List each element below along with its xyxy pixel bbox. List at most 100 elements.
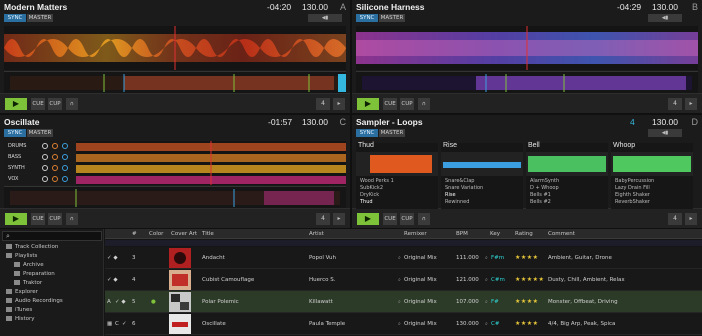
deck-c-cue-button[interactable]: CUE bbox=[31, 213, 45, 225]
column-header-comment[interactable]: Comment bbox=[548, 231, 575, 237]
deck-a-overview[interactable] bbox=[4, 71, 346, 93]
stem-filter-icon[interactable] bbox=[52, 154, 58, 160]
deck-a-cue-button[interactable]: CUE bbox=[31, 98, 45, 110]
stem-fx-icon[interactable] bbox=[62, 176, 68, 182]
stem-row-vox[interactable]: VOX bbox=[4, 174, 74, 184]
deck-a-waveform[interactable] bbox=[4, 26, 346, 70]
deck-b-letter[interactable]: B bbox=[692, 2, 698, 12]
sample-item[interactable]: DryKick bbox=[360, 192, 379, 198]
column-header-num[interactable]: # bbox=[132, 231, 137, 237]
deck-c-loop-button[interactable]: ∩ bbox=[66, 213, 78, 225]
stem-fx-icon[interactable] bbox=[62, 165, 68, 171]
cell-rating[interactable]: ★★★★ bbox=[515, 298, 539, 305]
deck-b-master-button[interactable]: MASTER bbox=[379, 14, 405, 22]
deck-b-volume-button[interactable]: ◀▮ bbox=[648, 14, 682, 22]
deck-a-master-button[interactable]: MASTER bbox=[27, 14, 53, 22]
stem-filter-icon[interactable] bbox=[52, 176, 58, 182]
table-row[interactable]: C ▦ ✓ 6 Oscillate Paula Temple ⌕ Origina… bbox=[105, 313, 702, 335]
sampler-slot-1[interactable]: Thud Wood Perks 1 SubKick2 DryKick Thud bbox=[356, 142, 438, 209]
stem-fx-icon[interactable] bbox=[62, 154, 68, 160]
tree-item-traktor[interactable]: Traktor bbox=[14, 280, 42, 286]
deck-b-loop-button[interactable]: ∩ bbox=[418, 98, 430, 110]
column-header-rating[interactable]: Rating bbox=[515, 231, 533, 237]
deck-d-loop-button[interactable]: ∩ bbox=[418, 213, 430, 225]
deck-a-loop-button[interactable]: ∩ bbox=[66, 98, 78, 110]
deck-c-sync-button[interactable]: SYNC bbox=[4, 129, 26, 137]
deck-d-cue-button[interactable]: CUE bbox=[383, 213, 397, 225]
deck-b-overview[interactable] bbox=[356, 71, 698, 93]
stem-filter-icon[interactable] bbox=[52, 143, 58, 149]
cell-rating[interactable]: ★★★★ bbox=[515, 320, 539, 327]
table-row[interactable]: ✓ ◆ 4 Cubist Camouflage Huerco S. ⌕ Orig… bbox=[105, 269, 702, 291]
deck-d-play-button[interactable]: ▶ bbox=[357, 213, 379, 225]
deck-b-play-button[interactable]: ▶ bbox=[357, 98, 379, 110]
sample-item[interactable]: Lazy Drain Fill bbox=[615, 185, 650, 191]
sample-item[interactable]: Snare Variation bbox=[445, 185, 483, 191]
deck-a-letter[interactable]: A bbox=[340, 2, 346, 12]
sampler-slot-2[interactable]: Rise Snare&Clap Snare Variation Rise Rew… bbox=[441, 142, 523, 209]
deck-a-sync-button[interactable]: SYNC bbox=[4, 14, 26, 22]
table-row[interactable]: ✓ ◆ 3 Andacht Popol Vuh ⌕ Original Mix 1… bbox=[105, 247, 702, 269]
stem-knob-icon[interactable] bbox=[42, 176, 48, 182]
deck-d-loop-size[interactable]: 4 bbox=[668, 213, 682, 225]
tree-item-playlists[interactable]: Playlists bbox=[6, 253, 37, 259]
deck-b-cup-button[interactable]: CUP bbox=[400, 98, 414, 110]
sample-item[interactable]: Snare&Clap bbox=[445, 178, 474, 184]
tree-item-audio-recordings[interactable]: Audio Recordings bbox=[6, 298, 63, 304]
deck-d-master-button[interactable]: MASTER bbox=[379, 129, 405, 137]
deck-c-play-button[interactable]: ▶ bbox=[5, 213, 27, 225]
sample-item[interactable]: Bells #2 bbox=[530, 199, 551, 205]
deck-d-sync-button[interactable]: SYNC bbox=[356, 129, 378, 137]
cell-rating[interactable]: ★★★★ bbox=[515, 254, 539, 261]
deck-c-master-button[interactable]: MASTER bbox=[27, 129, 53, 137]
deck-c-loop-arrow-icon[interactable]: ▸ bbox=[333, 213, 345, 225]
deck-c-stem-waveforms[interactable] bbox=[76, 141, 346, 185]
column-header-artist[interactable]: Artist bbox=[309, 231, 324, 237]
tree-item-archive[interactable]: Archive bbox=[14, 262, 44, 268]
stem-knob-icon[interactable] bbox=[42, 154, 48, 160]
table-row-selected[interactable]: A ✓ ◆ 5 ● Polar Polemic Killawatt ⌕ Orig… bbox=[105, 291, 702, 313]
stem-row-synth[interactable]: SYNTH bbox=[4, 163, 74, 173]
deck-b-waveform[interactable] bbox=[356, 26, 698, 70]
sample-item[interactable]: D + Whoop bbox=[530, 185, 559, 191]
sample-item[interactable]: Rewinned bbox=[445, 199, 469, 205]
tree-item-explorer[interactable]: Explorer bbox=[6, 289, 38, 295]
deck-c-letter[interactable]: C bbox=[340, 117, 347, 127]
sample-item[interactable]: Wood Perks 1 bbox=[360, 178, 394, 184]
sample-item[interactable]: SubKick2 bbox=[360, 185, 383, 191]
tree-item-history[interactable]: History bbox=[6, 316, 35, 322]
sample-item[interactable]: Eighth Shaker bbox=[615, 192, 650, 198]
sample-item[interactable]: Bells #1 bbox=[530, 192, 551, 198]
column-header-color[interactable]: Color bbox=[149, 231, 163, 237]
deck-d-loop-arrow-icon[interactable]: ▸ bbox=[685, 213, 697, 225]
deck-d-letter[interactable]: D bbox=[692, 117, 699, 127]
tree-item-itunes[interactable]: iTunes bbox=[6, 307, 32, 313]
tree-item-track-collection[interactable]: Track Collection bbox=[6, 244, 58, 250]
column-header-cover[interactable]: Cover Art bbox=[171, 231, 197, 237]
sampler-slot-3[interactable]: Bell AlarmSynth D + Whoop Bells #1 Bells… bbox=[526, 142, 608, 209]
stem-filter-icon[interactable] bbox=[52, 165, 58, 171]
stem-fx-icon[interactable] bbox=[62, 143, 68, 149]
stem-row-drums[interactable]: DRUMS bbox=[4, 141, 74, 151]
deck-a-loop-arrow-icon[interactable]: ▸ bbox=[333, 98, 345, 110]
column-header-key[interactable]: Key bbox=[490, 231, 500, 237]
deck-c-loop-size[interactable]: 4 bbox=[316, 213, 330, 225]
deck-a-play-button[interactable]: ▶ bbox=[5, 98, 27, 110]
column-header-remixer[interactable]: Remixer bbox=[404, 231, 427, 237]
deck-b-cue-button[interactable]: CUE bbox=[383, 98, 397, 110]
sample-item[interactable]: BabyPercussion bbox=[615, 178, 654, 184]
stem-knob-icon[interactable] bbox=[42, 143, 48, 149]
deck-b-sync-button[interactable]: SYNC bbox=[356, 14, 378, 22]
deck-a-loop-size[interactable]: 4 bbox=[316, 98, 330, 110]
tree-item-preparation[interactable]: Preparation bbox=[14, 271, 55, 277]
sample-item-active[interactable]: Rise bbox=[445, 192, 456, 198]
sampler-slot-4[interactable]: Whoop BabyPercussion Lazy Drain Fill Eig… bbox=[611, 142, 693, 209]
deck-d-cup-button[interactable]: CUP bbox=[400, 213, 414, 225]
sample-item[interactable]: ReverbShaker bbox=[615, 199, 650, 205]
deck-d-volume-button[interactable]: ◀▮ bbox=[648, 129, 682, 137]
search-input[interactable]: ⌕ bbox=[2, 231, 102, 241]
deck-c-overview[interactable] bbox=[4, 186, 346, 208]
column-header-bpm[interactable]: BPM bbox=[456, 231, 468, 237]
deck-c-cup-button[interactable]: CUP bbox=[48, 213, 62, 225]
column-header-title[interactable]: Title bbox=[202, 231, 214, 237]
